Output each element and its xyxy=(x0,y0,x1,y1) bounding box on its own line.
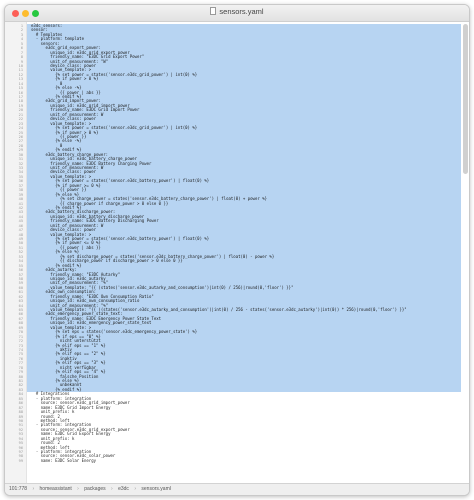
code-line[interactable]: 99 name: E3DC Solar Energy xyxy=(19,457,469,463)
breadcrumb-item[interactable]: sensors.yaml xyxy=(141,486,170,492)
code-editor[interactable]: 1 e3dc_sensors: 2 sensor: 3 # Templates 4 - p… xyxy=(5,22,469,483)
code-text: name: E3DC Solar Energy xyxy=(31,457,97,463)
breadcrumb-item[interactable]: e3dc xyxy=(118,486,129,492)
window-title: sensors.yaml xyxy=(219,7,264,16)
cursor-position: 101:778 xyxy=(9,486,28,492)
status-bar: 101:778 › homeassistant › packages › e3d… xyxy=(5,483,469,495)
document-icon xyxy=(210,7,217,15)
breadcrumb-item[interactable]: packages xyxy=(84,486,105,492)
code-lines[interactable]: 1 e3dc_sensors: 2 sensor: 3 # Templates 4 - p… xyxy=(5,23,469,463)
vertical-scrollbar[interactable] xyxy=(463,24,468,174)
line-number: 99 xyxy=(18,458,23,463)
window-title-area: sensors.yaml xyxy=(5,7,469,16)
title-bar[interactable]: sensors.yaml xyxy=(5,5,469,22)
breadcrumb-item[interactable]: homeassistant xyxy=(40,486,72,492)
editor-window: sensors.yaml 1 e3dc_sensors: 2 sensor: 3 # T… xyxy=(4,4,470,496)
